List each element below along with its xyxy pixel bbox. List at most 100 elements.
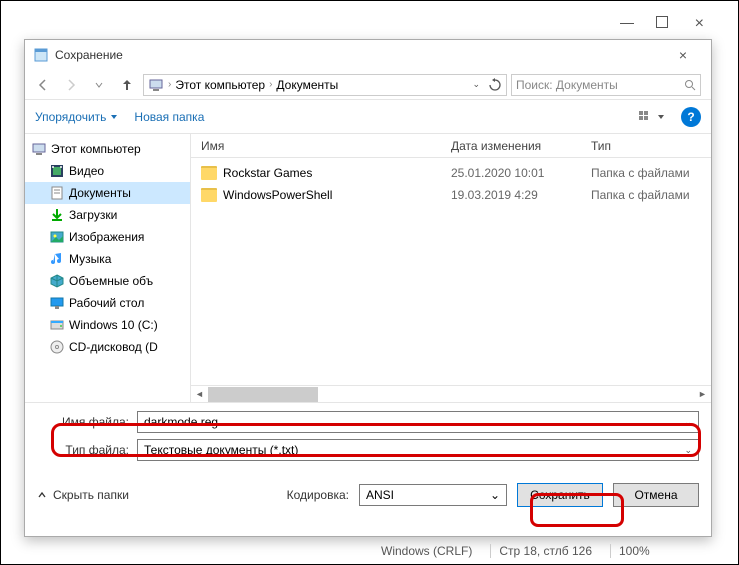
- breadcrumb-root[interactable]: Этот компьютер: [175, 78, 265, 92]
- tree-item[interactable]: Этот компьютер: [25, 138, 190, 160]
- tree-item-label: Windows 10 (C:): [69, 318, 158, 332]
- tree-item[interactable]: CD-дисковод (D: [25, 336, 190, 358]
- search-input[interactable]: Поиск: Документы: [511, 74, 701, 96]
- tree-item-label: Объемные объ: [69, 274, 153, 288]
- nav-row: › Этот компьютер › Документы ⌄ Поиск: До…: [25, 70, 711, 100]
- tree-item[interactable]: Объемные объ: [25, 270, 190, 292]
- scroll-thumb[interactable]: [208, 387, 318, 402]
- folder-icon: [201, 166, 217, 180]
- tree-item[interactable]: Изображения: [25, 226, 190, 248]
- tree-item[interactable]: Музыка: [25, 248, 190, 270]
- file-list: Имя Дата изменения Тип Rockstar Games 25.…: [191, 134, 711, 402]
- col-name[interactable]: Имя: [201, 139, 451, 153]
- status-zoom: 100%: [610, 544, 650, 558]
- chevron-right-icon: ›: [168, 79, 171, 90]
- filename-value: darkmode.reg: [144, 415, 218, 429]
- filename-input[interactable]: darkmode.reg ⌄: [137, 411, 699, 433]
- close-icon[interactable]: ×: [663, 47, 703, 63]
- status-eol: Windows (CRLF): [381, 544, 472, 558]
- app-icon: [33, 47, 49, 63]
- organize-button[interactable]: Упорядочить: [35, 110, 118, 124]
- col-date[interactable]: Дата изменения: [451, 139, 591, 153]
- bg-minimize-icon: [620, 23, 634, 24]
- addr-dropdown-icon[interactable]: ⌄: [472, 79, 480, 90]
- down-icon: [49, 207, 65, 223]
- tree-item-label: Музыка: [69, 252, 111, 266]
- desk-icon: [49, 295, 65, 311]
- filetype-combo[interactable]: Текстовые документы (*.txt) ⌄: [137, 439, 699, 461]
- chevron-down-icon[interactable]: ⌄: [684, 417, 692, 428]
- bg-close-icon: ×: [695, 15, 704, 33]
- doc-icon: [49, 185, 65, 201]
- file-rows[interactable]: Rockstar Games 25.01.2020 10:01Папка с фа…: [191, 158, 711, 385]
- tree-item[interactable]: Документы: [25, 182, 190, 204]
- file-row[interactable]: Rockstar Games 25.01.2020 10:01Папка с фа…: [191, 162, 711, 184]
- video-icon: [49, 163, 65, 179]
- pc-icon: [148, 77, 164, 93]
- help-icon[interactable]: ?: [681, 107, 701, 127]
- tree-item[interactable]: Видео: [25, 160, 190, 182]
- folder-tree[interactable]: Этот компьютер Видео Документы Загрузки Изоб…: [25, 134, 191, 402]
- search-placeholder: Поиск: Документы: [516, 78, 618, 92]
- tree-item-label: Загрузки: [69, 208, 117, 222]
- tree-item[interactable]: Рабочий стол: [25, 292, 190, 314]
- new-folder-button[interactable]: Новая папка: [134, 110, 204, 124]
- cube-icon: [49, 273, 65, 289]
- save-button[interactable]: Сохранить: [517, 483, 603, 507]
- tree-item[interactable]: Windows 10 (C:): [25, 314, 190, 336]
- file-date: 25.01.2020 10:01: [451, 166, 591, 180]
- filename-label: Имя файла:: [37, 415, 129, 429]
- status-bar: Windows (CRLF) Стр 18, стлб 126 100%: [381, 544, 650, 558]
- titlebar: Сохранение ×: [25, 40, 711, 70]
- music-icon: [49, 251, 65, 267]
- file-type: Папка с файлами: [591, 188, 711, 202]
- pc-icon: [31, 141, 47, 157]
- encoding-value: ANSI: [366, 488, 394, 502]
- forward-button[interactable]: [59, 73, 83, 97]
- horizontal-scrollbar[interactable]: ◄ ►: [191, 385, 711, 402]
- filename-panel: Имя файла: darkmode.reg ⌄ Тип файла: Тек…: [25, 402, 711, 475]
- chevron-up-icon: [37, 490, 47, 500]
- chevron-right-icon: ›: [269, 79, 272, 90]
- tree-item-label: Рабочий стол: [69, 296, 144, 310]
- toolbar: Упорядочить Новая папка ?: [25, 100, 711, 134]
- actions-row: Скрыть папки Кодировка: ANSI ⌄ Сохранить…: [25, 475, 711, 517]
- cancel-button[interactable]: Отмена: [613, 483, 699, 507]
- bg-maximize-icon: [656, 16, 668, 28]
- scroll-right-icon[interactable]: ►: [694, 389, 711, 399]
- tree-item-label: Документы: [69, 186, 131, 200]
- file-type: Папка с файлами: [591, 166, 711, 180]
- save-dialog: Сохранение × › Этот компьютер › Документ…: [24, 39, 712, 537]
- img-icon: [49, 229, 65, 245]
- encoding-combo[interactable]: ANSI ⌄: [359, 484, 507, 506]
- filetype-label: Тип файла:: [37, 443, 129, 457]
- encoding-label: Кодировка:: [287, 488, 349, 502]
- cd-icon: [49, 339, 65, 355]
- filetype-value: Текстовые документы (*.txt): [144, 443, 298, 457]
- file-row[interactable]: WindowsPowerShell19.03.2019 4:29Папка с …: [191, 184, 711, 206]
- window-title: Сохранение: [55, 48, 663, 62]
- col-type[interactable]: Тип: [591, 139, 711, 153]
- refresh-icon[interactable]: [488, 78, 502, 92]
- tree-item-label: Видео: [69, 164, 104, 178]
- scroll-left-icon[interactable]: ◄: [191, 389, 208, 399]
- hide-folders-button[interactable]: Скрыть папки: [37, 488, 129, 502]
- file-date: 19.03.2019 4:29: [451, 188, 591, 202]
- status-pos: Стр 18, стлб 126: [490, 544, 592, 558]
- recent-dropdown[interactable]: [87, 73, 111, 97]
- chevron-down-icon[interactable]: ⌄: [490, 488, 500, 502]
- back-button[interactable]: [31, 73, 55, 97]
- tree-item-label: Этот компьютер: [51, 142, 141, 156]
- column-headers[interactable]: Имя Дата изменения Тип: [191, 134, 711, 158]
- breadcrumb-folder[interactable]: Документы: [276, 78, 338, 92]
- disk-icon: [49, 317, 65, 333]
- address-bar[interactable]: › Этот компьютер › Документы ⌄: [143, 74, 507, 96]
- chevron-down-icon[interactable]: ⌄: [684, 445, 692, 456]
- tree-item-label: CD-дисковод (D: [69, 340, 158, 354]
- tree-item[interactable]: Загрузки: [25, 204, 190, 226]
- search-icon: [684, 79, 696, 91]
- view-button[interactable]: [638, 110, 665, 124]
- folder-icon: [201, 188, 217, 202]
- file-name: Rockstar Games: [223, 166, 312, 180]
- up-button[interactable]: [115, 73, 139, 97]
